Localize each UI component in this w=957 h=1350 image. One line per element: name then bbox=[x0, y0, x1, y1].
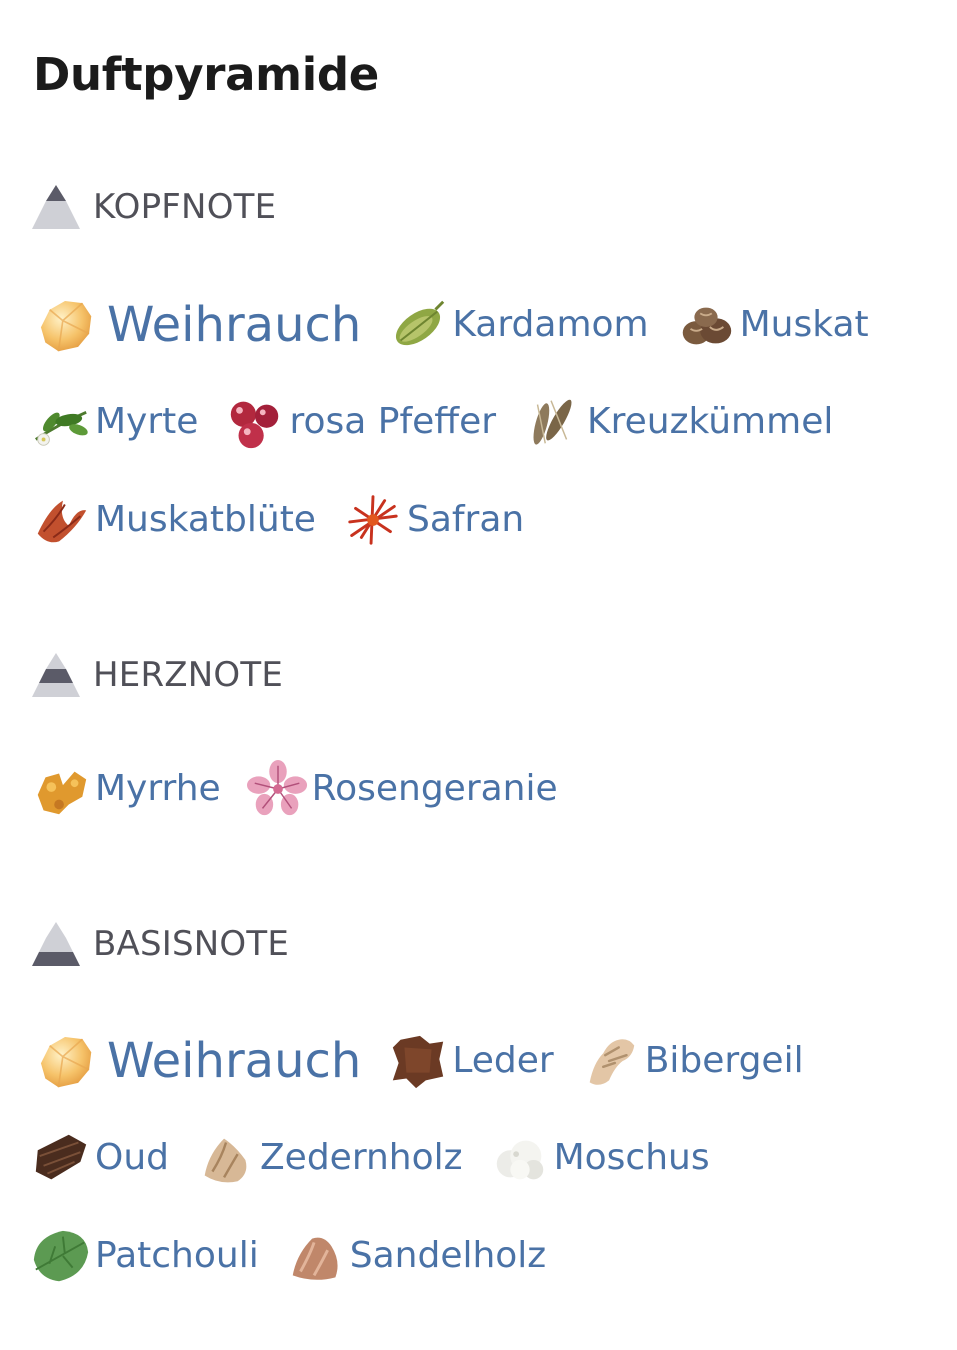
note-link[interactable]: Oud bbox=[30, 1127, 169, 1189]
note-name: Kardamom bbox=[452, 304, 649, 345]
pyramid-base-icon bbox=[32, 922, 80, 966]
note-name: Sandelholz bbox=[349, 1235, 547, 1276]
note-name: Zedernholz bbox=[260, 1137, 463, 1178]
note-link[interactable]: Bibergeil bbox=[580, 1030, 804, 1092]
cumin-icon bbox=[533, 399, 572, 445]
note-link[interactable]: Rosengeranie bbox=[246, 758, 558, 820]
note-row: Myrte rosa Pfeffer Kreuzkümmel bbox=[30, 386, 859, 458]
myrtle-icon bbox=[35, 410, 88, 446]
cardamom-icon bbox=[396, 300, 445, 346]
note-name: Bibergeil bbox=[644, 1040, 804, 1081]
frankincense-icon bbox=[40, 300, 92, 352]
note-name: Weihrauch bbox=[107, 1033, 362, 1089]
pyramid-middle-icon bbox=[32, 653, 80, 697]
note-link[interactable]: Moschus bbox=[489, 1127, 710, 1189]
note-row: Patchouli Sandelholz bbox=[30, 1220, 572, 1292]
note-name: Myrte bbox=[95, 401, 199, 442]
note-row: Weihrauch Kardamom Muskat bbox=[30, 289, 895, 361]
note-link[interactable]: Patchouli bbox=[30, 1225, 259, 1287]
section-header-middle: HERZNOTE bbox=[32, 650, 283, 700]
section-label: KOPFNOTE bbox=[93, 187, 277, 227]
frankincense-icon bbox=[40, 1036, 92, 1088]
section-header-base: BASISNOTE bbox=[32, 919, 289, 969]
note-name: Moschus bbox=[553, 1137, 710, 1178]
note-link[interactable]: Myrte bbox=[30, 391, 198, 453]
mace-icon bbox=[37, 500, 87, 543]
note-name: Safran bbox=[406, 499, 525, 540]
note-name: Weihrauch bbox=[107, 297, 362, 353]
section-label: BASISNOTE bbox=[93, 924, 290, 964]
note-name: Muskatblüte bbox=[95, 499, 316, 540]
note-name: Patchouli bbox=[95, 1235, 259, 1276]
note-link[interactable]: Weihrauch bbox=[30, 290, 361, 360]
note-link[interactable]: Kardamom bbox=[387, 294, 649, 356]
note-row: Weihrauch Leder Bibergeil bbox=[30, 1025, 830, 1097]
note-row: Myrrhe Rosengeranie bbox=[30, 753, 584, 825]
note-link[interactable]: Myrrhe bbox=[30, 758, 221, 820]
saffron-icon bbox=[348, 495, 398, 545]
note-name: rosa Pfeffer bbox=[289, 401, 497, 442]
pyramid-top-icon bbox=[32, 185, 80, 229]
note-link[interactable]: Weihrauch bbox=[30, 1026, 361, 1096]
note-row: Oud Zedernholz Moschus bbox=[30, 1122, 736, 1194]
castoreum-icon bbox=[589, 1039, 634, 1085]
note-name: Muskat bbox=[739, 304, 869, 345]
note-link[interactable]: Muskatblüte bbox=[30, 489, 316, 551]
note-name: Oud bbox=[95, 1137, 170, 1178]
oud-icon bbox=[35, 1134, 87, 1180]
cedarwood-icon bbox=[204, 1138, 247, 1183]
patchouli-icon bbox=[33, 1230, 89, 1282]
note-link[interactable]: rosa Pfeffer bbox=[224, 391, 496, 453]
section-header-top: KOPFNOTE bbox=[32, 182, 276, 232]
leather-icon bbox=[393, 1035, 444, 1089]
nutmeg-icon bbox=[682, 307, 731, 345]
note-link[interactable]: Zedernholz bbox=[195, 1127, 463, 1189]
page-title: Duftpyramide bbox=[33, 48, 380, 101]
note-name: Myrrhe bbox=[95, 768, 221, 809]
note-name: Leder bbox=[452, 1040, 554, 1081]
note-name: Rosengeranie bbox=[311, 768, 558, 809]
note-link[interactable]: Muskat bbox=[675, 294, 869, 356]
note-link[interactable]: Leder bbox=[387, 1030, 554, 1092]
section-label: HERZNOTE bbox=[93, 655, 284, 695]
note-link[interactable]: Safran bbox=[342, 489, 524, 551]
note-name: Kreuzkümmel bbox=[587, 401, 834, 442]
note-link[interactable]: Sandelholz bbox=[285, 1225, 546, 1287]
note-link[interactable]: Kreuzkümmel bbox=[522, 391, 833, 453]
note-row: Muskatblüte Safran bbox=[30, 484, 550, 556]
rose-geranium-icon bbox=[246, 759, 307, 816]
musk-icon bbox=[496, 1140, 543, 1180]
myrrh-icon bbox=[37, 771, 87, 815]
pink-pepper-icon bbox=[231, 401, 279, 449]
sandalwood-icon bbox=[292, 1237, 338, 1280]
